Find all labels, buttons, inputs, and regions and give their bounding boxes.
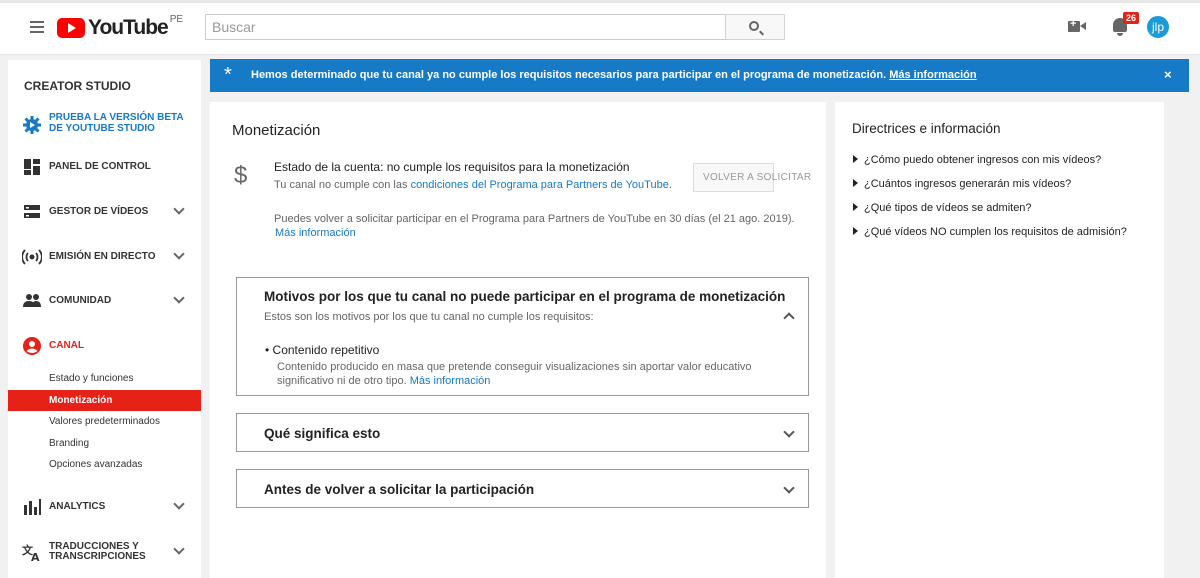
meaning-title: Qué significa esto bbox=[264, 426, 381, 441]
dashboard-icon bbox=[24, 159, 40, 175]
sidebar-item-beta-studio[interactable]: PRUEBA LA VERSIÓN BETA DE YOUTUBE STUDIO bbox=[8, 112, 201, 138]
avatar[interactable]: jlp bbox=[1146, 15, 1170, 39]
sidebar-item-label: COMUNIDAD bbox=[49, 295, 112, 306]
monetization-alert-banner: * Hemos determinado que tu canal ya no c… bbox=[210, 59, 1189, 92]
live-streaming-icon bbox=[22, 249, 42, 265]
sidebar-subitem-branding[interactable]: Branding bbox=[8, 433, 201, 454]
community-icon bbox=[23, 294, 41, 307]
chevron-down-icon[interactable] bbox=[173, 203, 185, 215]
chevron-down-icon[interactable] bbox=[783, 426, 795, 438]
monetization-panel: Monetización $ Estado de la cuenta: no c… bbox=[210, 102, 826, 578]
reasons-section: Motivos por los que tu canal no puede pa… bbox=[236, 277, 809, 396]
sidebar-subitem-defaults[interactable]: Valores predeterminados bbox=[8, 411, 201, 432]
youtube-play-icon bbox=[57, 18, 85, 38]
sidebar-subitem-status[interactable]: Estado y funciones bbox=[8, 368, 201, 389]
chevron-down-icon[interactable] bbox=[173, 543, 185, 555]
dollar-icon: $ bbox=[234, 162, 248, 189]
chevron-down-icon[interactable] bbox=[783, 482, 795, 494]
browser-bookmarks-strip bbox=[0, 0, 1200, 3]
reapply-button[interactable]: VOLVER A SOLICITAR bbox=[693, 163, 811, 192]
guideline-link[interactable]: ¿Cuántos ingresos generarán mis vídeos? bbox=[853, 178, 1071, 190]
sidebar: CREATOR STUDIO PRUEBA LA VERSIÓN BETA DE… bbox=[8, 60, 201, 578]
guideline-link[interactable]: ¿Qué tipos de vídeos se admiten? bbox=[853, 202, 1032, 214]
sidebar-item-video-manager[interactable]: GESTOR DE VÍDEOS bbox=[8, 202, 201, 222]
reason-description-text: Contenido producido en masa que pretende… bbox=[277, 361, 752, 387]
guideline-link[interactable]: ¿Qué vídeos NO cumplen los requisitos de… bbox=[853, 226, 1127, 238]
hamburger-menu-icon[interactable] bbox=[30, 21, 44, 36]
reason-more-info-link[interactable]: Más información bbox=[410, 375, 491, 387]
guidelines-panel: Directrices e información ¿Cómo puedo ob… bbox=[835, 102, 1164, 578]
banner-message: Hemos determinado que tu canal ya no cum… bbox=[251, 69, 977, 81]
video-manager-icon bbox=[24, 205, 40, 218]
sidebar-item-label: GESTOR DE VÍDEOS bbox=[49, 206, 149, 217]
translate-icon: 文 A bbox=[22, 543, 40, 562]
sidebar-subitem-monetization[interactable]: Monetización bbox=[8, 390, 201, 411]
reapply-more-info-link[interactable]: Más información bbox=[275, 227, 356, 239]
page-scrollbar[interactable] bbox=[1189, 55, 1200, 578]
sidebar-item-dashboard[interactable]: PANEL DE CONTROL bbox=[8, 157, 201, 177]
sidebar-title: CREATOR STUDIO bbox=[24, 79, 131, 93]
status-sub-text: Tu canal no cumple con las bbox=[274, 179, 408, 191]
reason-description: Contenido producido en masa que pretende… bbox=[277, 360, 797, 388]
sidebar-beta-line2: DE YOUTUBE STUDIO bbox=[49, 123, 155, 134]
before-reapply-title: Antes de volver a solicitar la participa… bbox=[264, 482, 535, 497]
sidebar-item-label: CANAL bbox=[49, 340, 84, 351]
before-reapply-section[interactable]: Antes de volver a solicitar la participa… bbox=[236, 469, 809, 508]
chevron-down-icon[interactable] bbox=[173, 248, 185, 260]
alert-star-icon: * bbox=[224, 64, 232, 86]
reason-bullet: • Contenido repetitivo bbox=[265, 343, 380, 357]
reasons-title: Motivos por los que tu canal no puede pa… bbox=[264, 289, 786, 304]
chevron-down-icon[interactable] bbox=[173, 498, 185, 510]
account-status-subtitle: Tu canal no cumple con las condiciones d… bbox=[274, 179, 672, 191]
sidebar-item-label: ANALYTICS bbox=[49, 501, 106, 512]
meaning-section[interactable]: Qué significa esto bbox=[236, 413, 809, 452]
gear-icon bbox=[23, 116, 41, 134]
sidebar-item-analytics[interactable]: ANALYTICS bbox=[8, 497, 201, 517]
sidebar-item-live-streaming[interactable]: EMISIÓN EN DIRECTO bbox=[8, 247, 201, 267]
sidebar-item-community[interactable]: COMUNIDAD bbox=[8, 291, 201, 311]
partner-program-terms-link[interactable]: condiciones del Programa para Partners d… bbox=[411, 179, 672, 191]
search-button[interactable] bbox=[725, 14, 785, 40]
account-circle-icon bbox=[23, 337, 41, 355]
sidebar-beta-line1: PRUEBA LA VERSIÓN BETA bbox=[49, 112, 184, 123]
sidebar-subitem-advanced[interactable]: Opciones avanzadas bbox=[8, 454, 201, 475]
banner-more-info-link[interactable]: Más información bbox=[889, 69, 976, 81]
account-status-title: Estado de la cuenta: no cumple los requi… bbox=[274, 160, 630, 174]
chevron-down-icon[interactable] bbox=[173, 292, 185, 304]
banner-text: Hemos determinado que tu canal ya no cum… bbox=[251, 69, 887, 81]
close-icon[interactable]: × bbox=[1164, 67, 1172, 82]
reason-label: Contenido repetitivo bbox=[272, 343, 380, 357]
search-input[interactable]: Buscar bbox=[205, 14, 726, 40]
analytics-icon bbox=[24, 499, 41, 515]
notification-count-badge: 26 bbox=[1123, 12, 1140, 24]
country-code: PE bbox=[169, 13, 184, 25]
page-title: Monetización bbox=[232, 122, 321, 139]
reapply-info-text: Puedes volver a solicitar participar en … bbox=[274, 213, 795, 225]
sidebar-translations-line2: TRANSCRIPCIONES bbox=[49, 551, 146, 562]
top-bar: YouTube PE Buscar 26 jlp bbox=[0, 0, 1200, 55]
search-icon bbox=[749, 21, 759, 31]
guidelines-title: Directrices e información bbox=[852, 121, 1001, 136]
chevron-up-icon[interactable] bbox=[783, 312, 795, 324]
upload-video-icon[interactable] bbox=[1068, 18, 1086, 32]
sidebar-item-translations[interactable]: 文 A TRADUCCIONES Y TRANSCRIPCIONES bbox=[8, 541, 201, 563]
sidebar-item-label: PANEL DE CONTROL bbox=[49, 161, 151, 172]
reasons-subtitle: Estos son los motivos por los que tu can… bbox=[264, 311, 594, 323]
sidebar-item-label: EMISIÓN EN DIRECTO bbox=[49, 251, 156, 262]
youtube-logo[interactable]: YouTube PE bbox=[57, 13, 184, 40]
guideline-link[interactable]: ¿Cómo puedo obtener ingresos con mis víd… bbox=[853, 154, 1101, 166]
logo-text: YouTube bbox=[88, 16, 169, 39]
sidebar-item-channel[interactable]: CANAL bbox=[8, 336, 201, 356]
svg-text:A: A bbox=[31, 551, 40, 562]
